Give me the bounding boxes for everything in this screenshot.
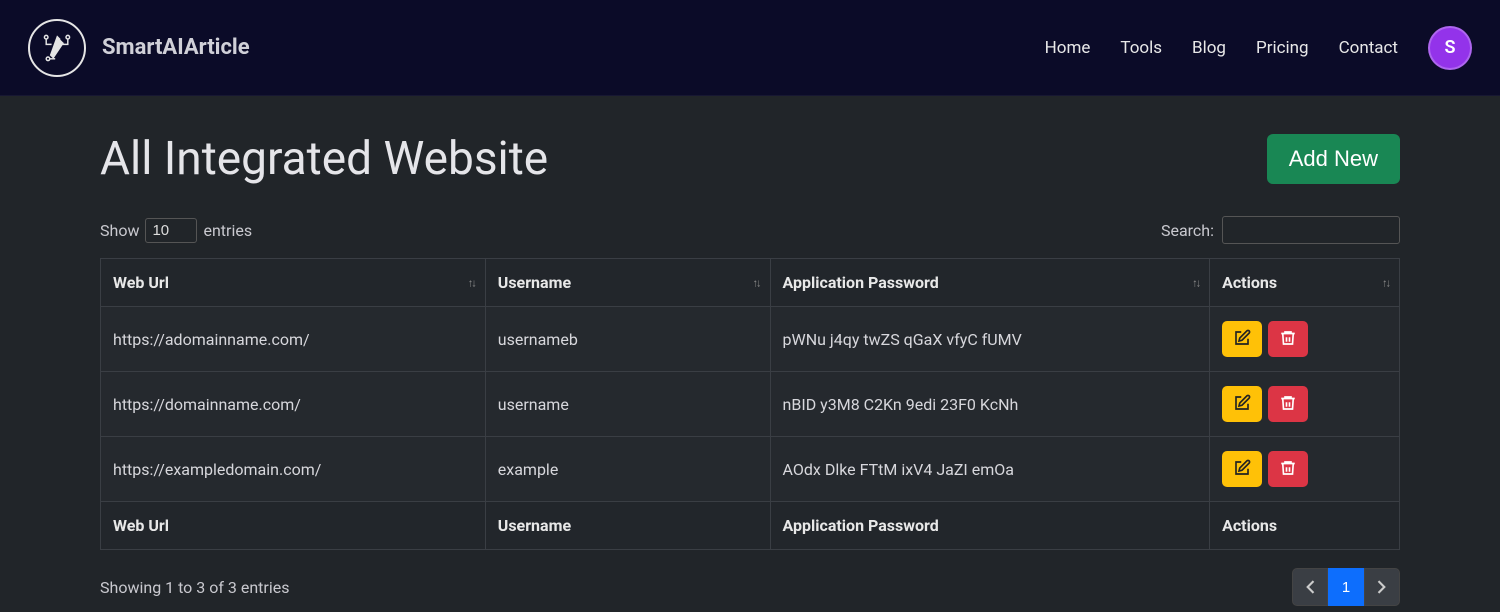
tf-username: Username [485, 502, 770, 550]
websites-table: Web Url ↑↓ Username ↑↓ Application Passw… [100, 258, 1400, 550]
nav-link-blog[interactable]: Blog [1192, 38, 1226, 58]
show-entries: Show entries [100, 218, 252, 243]
cell-url: https://exampledomain.com/ [101, 437, 486, 502]
nav-link-tools[interactable]: Tools [1120, 38, 1162, 58]
edit-button[interactable] [1222, 321, 1262, 357]
cell-username: example [485, 437, 770, 502]
pagination: 1 [1292, 568, 1400, 606]
entries-input[interactable] [145, 218, 197, 243]
brand-logo-icon [28, 19, 86, 77]
delete-button[interactable] [1268, 321, 1308, 357]
brand[interactable]: SmartAIArticle [28, 19, 250, 77]
table-row: https://exampledomain.com/exampleAOdx Dl… [101, 437, 1400, 502]
th-web-url[interactable]: Web Url ↑↓ [101, 259, 486, 307]
th-username[interactable]: Username ↑↓ [485, 259, 770, 307]
cell-username: usernameb [485, 307, 770, 372]
sort-icon: ↑↓ [753, 276, 760, 289]
search-wrap: Search: [1161, 216, 1400, 244]
page-header: All Integrated Website Add New [100, 132, 1400, 186]
cell-password: pWNu j4qy twZS qGaX vfyC fUMV [770, 307, 1210, 372]
brand-name: SmartAIArticle [102, 35, 250, 60]
nav-link-home[interactable]: Home [1045, 38, 1091, 58]
th-actions[interactable]: Actions ↑↓ [1210, 259, 1400, 307]
navbar: SmartAIArticle Home Tools Blog Pricing C… [0, 0, 1500, 96]
nav-link-pricing[interactable]: Pricing [1256, 38, 1309, 58]
cell-url: https://adomainname.com/ [101, 307, 486, 372]
cell-username: username [485, 372, 770, 437]
edit-icon [1233, 394, 1251, 415]
sort-icon: ↑↓ [1382, 276, 1389, 289]
nav-right: Home Tools Blog Pricing Contact S [1045, 26, 1472, 70]
edit-button[interactable] [1222, 451, 1262, 487]
show-label-post: entries [203, 221, 252, 240]
show-label-pre: Show [100, 221, 139, 240]
nav-link-contact[interactable]: Contact [1339, 38, 1398, 58]
th-username-label: Username [498, 273, 571, 292]
page-next-button[interactable] [1364, 568, 1400, 606]
trash-icon [1279, 329, 1297, 350]
cell-password: nBID y3M8 C2Kn 9edi 23F0 KcNh [770, 372, 1210, 437]
cell-actions [1210, 437, 1400, 502]
search-input[interactable] [1222, 216, 1400, 244]
th-password[interactable]: Application Password ↑↓ [770, 259, 1210, 307]
edit-icon [1233, 459, 1251, 480]
chevron-left-icon [1305, 580, 1315, 594]
tf-web-url: Web Url [101, 502, 486, 550]
delete-button[interactable] [1268, 451, 1308, 487]
search-label: Search: [1161, 221, 1214, 240]
main-container: All Integrated Website Add New Show entr… [0, 96, 1500, 606]
page-prev-button[interactable] [1292, 568, 1328, 606]
table-row: https://domainname.com/usernamenBID y3M8… [101, 372, 1400, 437]
tf-actions: Actions [1210, 502, 1400, 550]
trash-icon [1279, 394, 1297, 415]
th-actions-label: Actions [1222, 273, 1277, 292]
th-web-url-label: Web Url [113, 273, 169, 292]
edit-icon [1233, 329, 1251, 350]
cell-actions [1210, 307, 1400, 372]
page-1-button[interactable]: 1 [1328, 568, 1364, 606]
th-password-label: Application Password [783, 273, 939, 292]
table-row: https://adomainname.com/usernamebpWNu j4… [101, 307, 1400, 372]
cell-url: https://domainname.com/ [101, 372, 486, 437]
sort-icon: ↑↓ [468, 276, 475, 289]
tf-password: Application Password [770, 502, 1210, 550]
chevron-right-icon [1377, 580, 1387, 594]
table-footer: Showing 1 to 3 of 3 entries 1 [100, 568, 1400, 606]
trash-icon [1279, 459, 1297, 480]
table-info: Showing 1 to 3 of 3 entries [100, 578, 289, 597]
delete-button[interactable] [1268, 386, 1308, 422]
add-new-button[interactable]: Add New [1267, 134, 1400, 184]
page-title: All Integrated Website [100, 132, 548, 186]
cell-password: AOdx Dlke FTtM ixV4 JaZI emOa [770, 437, 1210, 502]
avatar[interactable]: S [1428, 26, 1472, 70]
sort-icon: ↑↓ [1192, 276, 1199, 289]
edit-button[interactable] [1222, 386, 1262, 422]
cell-actions [1210, 372, 1400, 437]
table-controls: Show entries Search: [100, 216, 1400, 244]
